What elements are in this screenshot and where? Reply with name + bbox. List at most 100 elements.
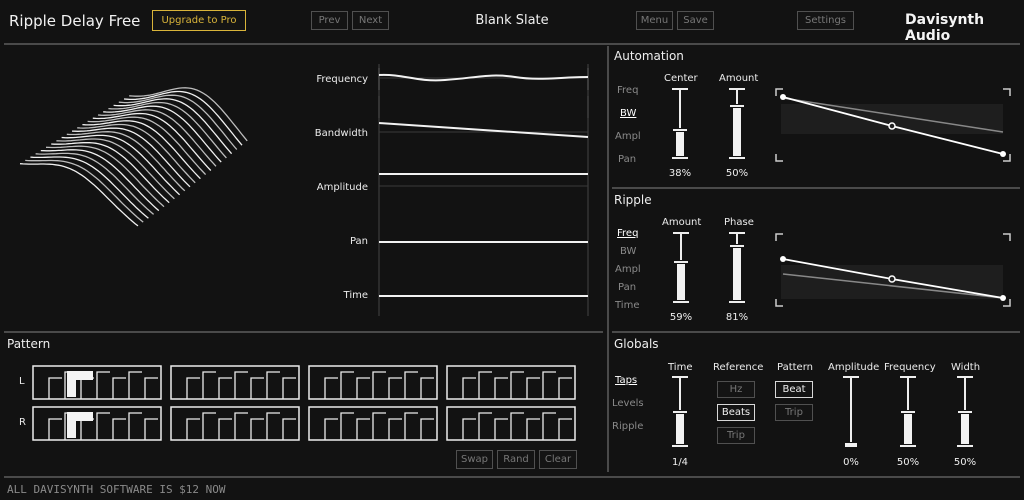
preset-name[interactable]: Blank Slate xyxy=(462,13,562,28)
save-button[interactable]: Save xyxy=(677,11,714,30)
globals-amplitude-slider[interactable] xyxy=(841,376,861,448)
pattern-rand-button[interactable]: Rand xyxy=(497,450,535,469)
pattern-step[interactable] xyxy=(372,412,386,440)
menu-button[interactable]: Menu xyxy=(636,11,673,30)
pattern-step[interactable] xyxy=(542,412,556,440)
pattern-step[interactable] xyxy=(218,418,232,440)
pattern-step[interactable] xyxy=(388,377,402,399)
pattern-step[interactable] xyxy=(462,377,476,399)
globals-mode-levels[interactable]: Levels xyxy=(612,398,644,409)
pattern-step[interactable] xyxy=(542,371,556,399)
pattern-step[interactable] xyxy=(186,377,200,399)
pattern-beat-button[interactable]: Beat xyxy=(775,381,813,398)
pattern-active-step[interactable] xyxy=(67,371,93,397)
pattern-step[interactable] xyxy=(266,371,280,399)
pattern-step-grid[interactable] xyxy=(32,365,578,442)
pattern-step[interactable] xyxy=(526,377,540,399)
pattern-step[interactable] xyxy=(266,412,280,440)
pattern-step[interactable] xyxy=(202,412,216,440)
automation-param-pan[interactable]: Pan xyxy=(618,154,636,165)
globals-time-slider[interactable] xyxy=(670,376,690,448)
pattern-step[interactable] xyxy=(356,418,370,440)
pattern-step[interactable] xyxy=(144,377,158,399)
pattern-step[interactable] xyxy=(510,412,524,440)
next-button[interactable]: Next xyxy=(352,11,389,30)
pattern-swap-button[interactable]: Swap xyxy=(456,450,493,469)
pattern-step[interactable] xyxy=(420,418,434,440)
pattern-step[interactable] xyxy=(218,377,232,399)
pattern-step[interactable] xyxy=(494,418,508,440)
ripple-amount-slider[interactable] xyxy=(671,232,691,304)
automation-center-slider[interactable] xyxy=(670,88,690,160)
pattern-step[interactable] xyxy=(526,418,540,440)
pattern-step[interactable] xyxy=(48,418,62,440)
automation-amount-slider[interactable] xyxy=(727,88,747,160)
pattern-step[interactable] xyxy=(324,418,338,440)
ripple-param-pan[interactable]: Pan xyxy=(618,282,636,293)
center-divider xyxy=(607,46,609,472)
upgrade-button[interactable]: Upgrade to Pro xyxy=(152,10,246,31)
ripple-envelope-editor[interactable] xyxy=(775,233,1011,307)
ripple-param-bw[interactable]: BW xyxy=(620,246,636,257)
pattern-step[interactable] xyxy=(128,371,142,399)
pattern-step[interactable] xyxy=(340,371,354,399)
globals-mode-ripple[interactable]: Ripple xyxy=(612,421,643,432)
automation-param-bw[interactable]: BW xyxy=(620,108,636,119)
automation-center-label: Center xyxy=(664,73,698,84)
globals-frequency-slider[interactable] xyxy=(898,376,918,448)
pattern-step[interactable] xyxy=(356,377,370,399)
ripple-param-ampl[interactable]: Ampl xyxy=(615,264,641,275)
pattern-step[interactable] xyxy=(510,371,524,399)
ripple-param-time[interactable]: Time xyxy=(615,300,639,311)
globals-width-slider[interactable] xyxy=(955,376,975,448)
automation-param-freq[interactable]: Freq xyxy=(617,85,638,96)
pattern-step[interactable] xyxy=(462,418,476,440)
pattern-step[interactable] xyxy=(80,377,94,399)
pattern-step[interactable] xyxy=(372,371,386,399)
brand-name: Davisynth Audio xyxy=(905,12,985,44)
automation-param-ampl[interactable]: Ampl xyxy=(615,131,641,142)
pattern-step[interactable] xyxy=(558,377,572,399)
pattern-trip-button[interactable]: Trip xyxy=(775,404,813,421)
pattern-step[interactable] xyxy=(282,377,296,399)
ripple-param-freq[interactable]: Freq xyxy=(617,228,638,239)
settings-button[interactable]: Settings xyxy=(797,11,854,30)
pattern-step[interactable] xyxy=(48,377,62,399)
pattern-step[interactable] xyxy=(340,412,354,440)
pattern-step[interactable] xyxy=(144,418,158,440)
prev-button[interactable]: Prev xyxy=(311,11,348,30)
pattern-step[interactable] xyxy=(478,371,492,399)
pattern-step[interactable] xyxy=(186,418,200,440)
pattern-row-label-l: L xyxy=(19,376,25,387)
pattern-step[interactable] xyxy=(250,418,264,440)
globals-mode-taps[interactable]: Taps xyxy=(615,375,637,386)
pattern-active-step[interactable] xyxy=(67,412,93,438)
pattern-step[interactable] xyxy=(250,377,264,399)
pattern-step[interactable] xyxy=(494,377,508,399)
pattern-clear-button[interactable]: Clear xyxy=(539,450,577,469)
pattern-step[interactable] xyxy=(112,418,126,440)
pattern-step[interactable] xyxy=(202,371,216,399)
pattern-step[interactable] xyxy=(404,371,418,399)
reference-hz-button[interactable]: Hz xyxy=(717,381,755,398)
pattern-step[interactable] xyxy=(128,412,142,440)
pattern-step[interactable] xyxy=(478,412,492,440)
pattern-step[interactable] xyxy=(420,377,434,399)
pattern-step[interactable] xyxy=(96,412,110,440)
parameter-graphs[interactable] xyxy=(375,60,595,320)
pattern-step[interactable] xyxy=(96,371,110,399)
automation-envelope-editor[interactable] xyxy=(775,88,1011,162)
pattern-step[interactable] xyxy=(80,418,94,440)
pattern-step[interactable] xyxy=(388,418,402,440)
pattern-step[interactable] xyxy=(112,377,126,399)
pattern-step[interactable] xyxy=(558,418,572,440)
reference-trip-button[interactable]: Trip xyxy=(717,427,755,444)
pattern-step[interactable] xyxy=(404,412,418,440)
reference-beats-button[interactable]: Beats xyxy=(717,404,755,421)
footer-divider xyxy=(4,476,1020,478)
pattern-step[interactable] xyxy=(234,371,248,399)
ripple-phase-slider[interactable] xyxy=(727,232,747,304)
pattern-step[interactable] xyxy=(282,418,296,440)
pattern-step[interactable] xyxy=(324,377,338,399)
pattern-step[interactable] xyxy=(234,412,248,440)
